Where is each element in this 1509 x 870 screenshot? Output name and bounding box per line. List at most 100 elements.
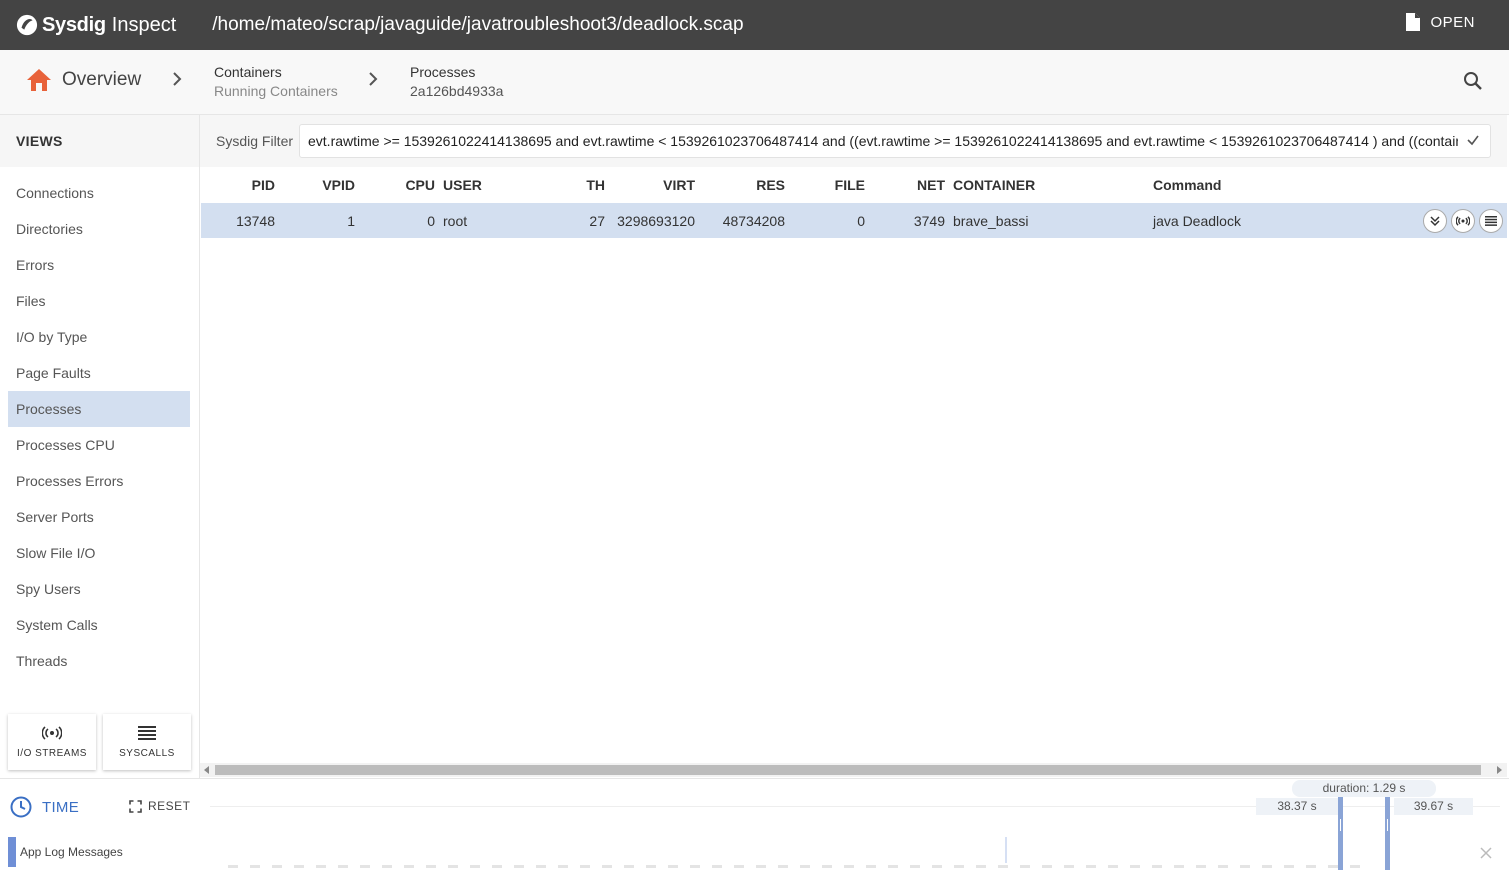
breadcrumb-processes[interactable]: Processes 2a126bd4933a [410,64,503,99]
breadcrumb-home-label: Overview [62,69,142,90]
sidebar-item-directories[interactable]: Directories [0,211,190,247]
selection-start-label: 38.37 s [1256,798,1338,815]
breadcrumb-containers[interactable]: Containers Running Containers [214,64,338,99]
scrollbar-thumb[interactable] [215,765,1481,775]
breadcrumb-containers-sub: Running Containers [214,83,338,99]
check-icon [1467,135,1479,146]
app-log-marker [8,837,16,867]
app-log-track [228,865,1368,868]
cell-vpid: 1 [347,213,355,229]
scroll-left-arrow-icon[interactable] [204,766,209,774]
selection-end-label: 39.67 s [1394,798,1473,815]
column-header-container[interactable]: CONTAINER [953,177,1035,193]
row-actions [1419,209,1503,233]
app-log-label: App Log Messages [20,845,123,859]
app-log-event-marker [1005,837,1007,863]
scroll-right-arrow-icon[interactable] [1497,766,1502,774]
open-label: OPEN [1430,13,1475,31]
reset-label: RESET [148,799,191,813]
sidebar-item-errors[interactable]: Errors [0,247,190,283]
breadcrumb-home[interactable]: Overview [26,68,141,92]
close-icon [1480,847,1492,859]
syscalls-button[interactable]: SYSCALLS [103,714,191,770]
cell-th: 27 [589,213,605,229]
sidebar-item-server-ports[interactable]: Server Ports [0,499,190,535]
sidebar-item-threads[interactable]: Threads [0,643,190,679]
cell-virt: 3298693120 [617,213,695,229]
list-lines-icon [138,725,156,740]
column-header-res[interactable]: RES [705,177,785,193]
sysdig-logo-icon [16,14,38,36]
time-label: TIME [42,798,80,816]
selection-end-handle[interactable] [1385,797,1390,870]
breadcrumb-processes-title: Processes [410,64,476,80]
drill-down-button[interactable] [1423,209,1447,233]
timeline-panel: TIME RESET duration: 1.29 s 38.37 s 39.6… [0,778,1509,870]
table-row[interactable]: 13748 1 0 root 27 3298693120 48734208 0 … [201,203,1507,238]
column-header-command[interactable]: Command [1153,177,1221,193]
cell-file: 0 [857,213,865,229]
main-panel: Sysdig Filter evt.rawtime >= 15392610224… [200,115,1507,778]
io-streams-button[interactable]: I/O STREAMS [8,714,96,770]
sidebar-item-slow-file-io[interactable]: Slow File I/O [0,535,190,571]
broadcast-icon [42,725,62,740]
views-heading: VIEWS [0,115,199,167]
sidebar-item-spy-users[interactable]: Spy Users [0,571,190,607]
broadcast-icon [1456,216,1470,226]
breadcrumb-processes-sub: 2a126bd4933a [410,83,504,99]
search-button[interactable] [1463,71,1483,96]
column-header-th[interactable]: TH [555,177,605,193]
sidebar-item-processes-errors[interactable]: Processes Errors [0,463,190,499]
column-header-vpid[interactable]: VPID [305,177,355,193]
cell-cpu: 0 [427,213,435,229]
horizontal-scrollbar[interactable] [200,763,1507,777]
cell-pid: 13748 [236,213,275,229]
open-button[interactable]: OPEN [1405,12,1475,32]
cell-command: java Deadlock [1153,213,1241,229]
sidebar-item-system-calls[interactable]: System Calls [0,607,190,643]
list-lines-icon [1485,216,1497,226]
file-icon [1406,13,1421,31]
brand: Sysdig Inspect [16,14,176,37]
cell-net: 3749 [913,213,945,229]
sidebar-item-page-faults[interactable]: Page Faults [0,355,190,391]
file-path: /home/mateo/scrap/javaguide/javatroubles… [212,14,744,35]
app-log-close-button[interactable] [1480,846,1492,864]
duration-badge: duration: 1.29 s [1292,780,1436,797]
sidebar-item-processes-cpu[interactable]: Processes CPU [0,427,190,463]
sidebar-item-files[interactable]: Files [0,283,190,319]
brand-sub: Inspect [111,13,177,36]
row-io-streams-button[interactable] [1451,209,1475,233]
reset-button[interactable]: RESET [129,799,191,813]
column-header-virt[interactable]: VIRT [620,177,695,193]
column-header-pid[interactable]: PID [230,177,275,193]
filter-label: Sysdig Filter [216,133,294,149]
cell-user: root [443,213,468,229]
breadcrumb: Overview Containers Running Containers P… [0,50,1509,115]
home-icon [27,69,51,91]
syscalls-label: SYSCALLS [119,747,175,759]
filter-apply-button[interactable] [1466,133,1480,152]
column-header-net[interactable]: NET [885,177,945,193]
views-sidebar: VIEWS Connections Directories Errors Fil… [0,115,200,778]
fullscreen-icon [129,799,142,813]
brand-name: Sysdig [42,13,106,36]
sidebar-item-connections[interactable]: Connections [0,175,190,211]
chevron-right-icon [369,72,378,86]
column-header-cpu[interactable]: CPU [385,177,435,193]
view-list: Connections Directories Errors Files I/O… [0,175,199,679]
selection-start-handle[interactable] [1338,797,1343,870]
filter-row: Sysdig Filter evt.rawtime >= 15392610224… [200,115,1507,167]
double-chevron-down-icon [1430,216,1440,227]
sidebar-item-processes[interactable]: Processes [8,391,190,427]
column-header-user[interactable]: USER [443,177,482,193]
top-bar: Sysdig Inspect /home/mateo/scrap/javagui… [0,0,1509,50]
column-header-file[interactable]: FILE [805,177,865,193]
filter-input[interactable]: evt.rawtime >= 1539261022414138695 and e… [299,124,1491,158]
sidebar-item-io-by-type[interactable]: I/O by Type [0,319,190,355]
cell-container: brave_bassi [953,213,1029,229]
filter-text[interactable]: evt.rawtime >= 1539261022414138695 and e… [308,133,1458,149]
time-button[interactable]: TIME [10,796,79,818]
sidebar-tools: I/O STREAMS SYSCALLS [8,714,198,770]
row-syscalls-button[interactable] [1479,209,1503,233]
